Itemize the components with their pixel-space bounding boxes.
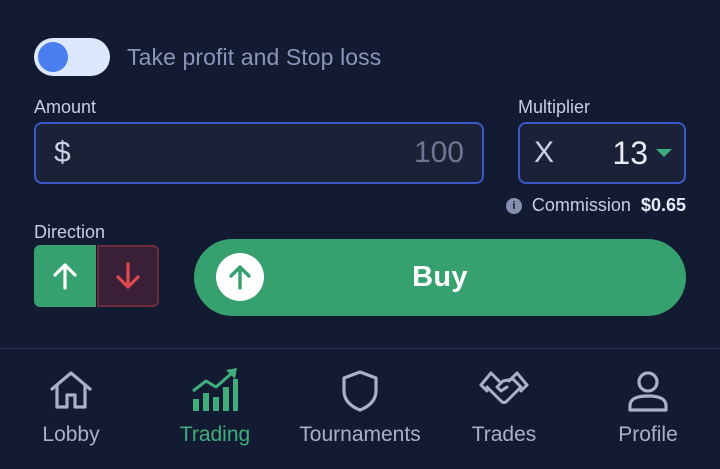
amount-field[interactable]: $ (34, 122, 484, 184)
arrow-down-icon (116, 262, 140, 289)
direction-up-button[interactable] (34, 245, 96, 307)
multiplier-label: Multiplier (518, 97, 591, 117)
amount-input[interactable] (70, 136, 464, 170)
nav-item-tournaments[interactable]: Tournaments (292, 349, 428, 469)
multiplier-prefix: X (534, 136, 555, 169)
toggle-knob (38, 42, 68, 72)
nav-label-lobby: Lobby (42, 423, 100, 446)
take-profit-stop-loss-label: Take profit and Stop loss (127, 43, 382, 70)
nav-item-trades[interactable]: Trades (466, 349, 542, 469)
nav-item-profile[interactable]: Profile (610, 349, 686, 469)
nav-item-trading[interactable]: Trading (170, 349, 260, 469)
nav-label-trading: Trading (179, 423, 251, 446)
chevron-down-icon (656, 149, 672, 157)
direction-down-button[interactable] (97, 245, 159, 307)
currency-symbol: $ (54, 136, 71, 169)
chart-icon (192, 368, 238, 411)
info-icon[interactable]: i (505, 197, 522, 214)
commission-row: i Commission $0.65 (505, 195, 686, 216)
commission-label: Commission (531, 195, 631, 215)
multiplier-value: 13 (612, 134, 648, 171)
buy-arrow-up-icon (216, 253, 264, 301)
handshake-icon (479, 371, 529, 404)
bottom-nav: Lobby Trading Tournaments Trades Profile (0, 349, 720, 469)
multiplier-select[interactable]: X 13 (518, 122, 686, 184)
direction-label: Direction (34, 222, 106, 242)
user-icon (628, 371, 668, 412)
take-profit-stop-loss-toggle[interactable] (34, 38, 110, 76)
arrow-up-icon (53, 263, 77, 290)
nav-label-profile: Profile (618, 423, 678, 446)
shield-icon (342, 370, 378, 412)
buy-button[interactable]: Buy (194, 239, 686, 316)
commission-value: $0.65 (640, 195, 686, 215)
buy-label: Buy (412, 261, 468, 293)
nav-item-lobby[interactable]: Lobby (30, 349, 112, 469)
take-profit-stop-loss-row: Take profit and Stop loss (34, 38, 381, 76)
nav-label-trades: Trades (471, 423, 537, 446)
home-icon (50, 371, 92, 409)
nav-label-tournaments: Tournaments (299, 423, 421, 446)
amount-label: Amount (34, 97, 97, 117)
